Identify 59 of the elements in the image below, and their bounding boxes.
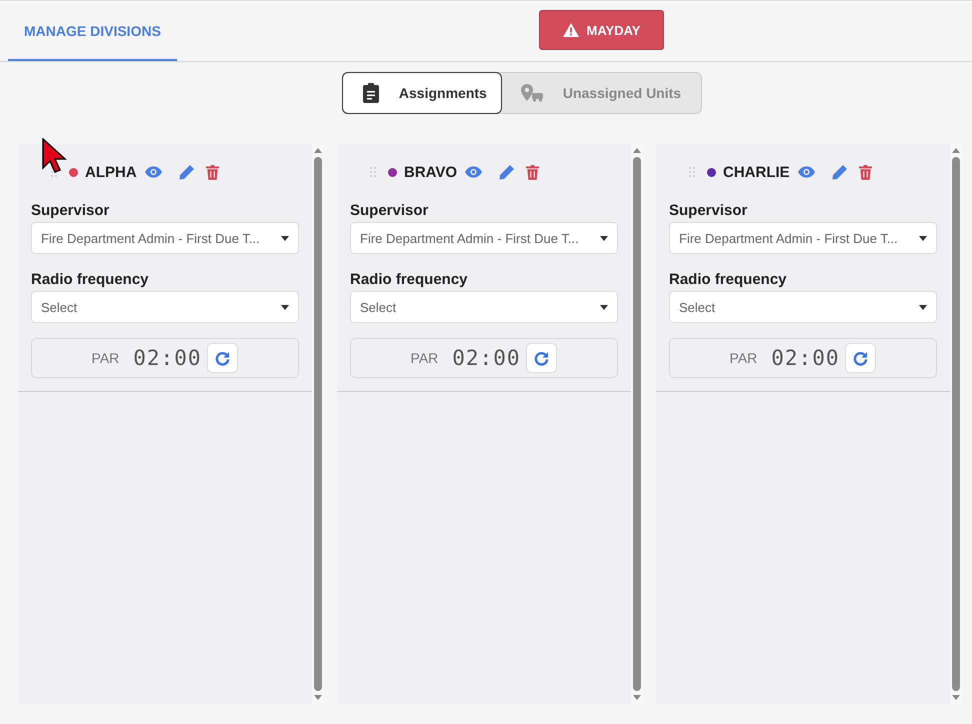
division-name: BRAVO (404, 164, 458, 180)
par-timer: 02:00 (771, 346, 840, 370)
trash-icon[interactable] (526, 164, 540, 180)
radio-frequency-dropdown[interactable]: Select (350, 291, 618, 323)
scroll-up-icon[interactable] (314, 148, 322, 153)
radio-frequency-dropdown[interactable]: Select (31, 291, 299, 323)
pin-car-icon (520, 84, 543, 102)
field-label: Radio frequency (669, 270, 788, 290)
reset-button[interactable] (207, 343, 238, 373)
view-tab[interactable]: Assignments (342, 72, 502, 114)
par-timer: 02:00 (452, 346, 520, 370)
drag-handle-icon[interactable] (689, 167, 695, 177)
tab[interactable]: MANAGE DIVISIONS (8, 3, 177, 61)
mouse-cursor-icon (42, 138, 68, 174)
eye-icon[interactable] (465, 166, 482, 178)
supervisor-dropdown[interactable]: Fire Department Admin - First Due T... (669, 222, 937, 254)
caret-icon (919, 236, 927, 240)
caret-icon (281, 304, 289, 310)
pencil-icon[interactable] (178, 164, 195, 180)
view-tab-label: Unassigned Units (562, 85, 682, 101)
trash-icon[interactable] (858, 164, 872, 180)
mayday-button[interactable]: MAYDAY (539, 10, 664, 50)
field-label: Supervisor (31, 201, 110, 221)
caret-icon (919, 304, 927, 310)
par-timer: 02:00 (133, 346, 202, 370)
eye-icon[interactable] (798, 166, 815, 178)
scroll-up-icon[interactable] (952, 148, 960, 153)
radio-frequency-dropdown[interactable]: Select (669, 291, 937, 323)
scroll-down-icon[interactable] (633, 695, 641, 700)
par-label: PAR (410, 350, 438, 366)
refresh-icon (534, 350, 550, 366)
supervisor-dropdown[interactable]: Fire Department Admin - First Due T... (350, 222, 618, 254)
scroll-down-icon[interactable] (314, 695, 322, 700)
caret-icon (281, 236, 289, 240)
trash-icon[interactable] (206, 164, 219, 180)
division-name: CHARLIE (723, 164, 790, 180)
drag-handle-icon[interactable] (370, 167, 376, 177)
scroll-up-icon[interactable] (633, 148, 641, 153)
pencil-icon[interactable] (499, 164, 516, 180)
warning-icon (562, 23, 579, 37)
reset-button[interactable] (526, 343, 558, 373)
par-label: PAR (92, 350, 120, 366)
par-label: PAR (730, 350, 758, 366)
clipboard-icon (362, 83, 379, 103)
refresh-icon (215, 350, 230, 366)
supervisor-dropdown[interactable]: Fire Department Admin - First Due T... (31, 222, 299, 254)
caret-icon (600, 304, 608, 310)
field-label: Radio frequency (350, 270, 469, 290)
eye-icon[interactable] (144, 166, 162, 178)
pencil-icon[interactable] (832, 164, 848, 180)
division-name: ALPHA (85, 164, 137, 180)
field-label: Supervisor (669, 201, 748, 221)
reset-button[interactable] (845, 343, 876, 373)
field-label: Radio frequency (31, 270, 150, 290)
refresh-icon (853, 350, 868, 366)
field-label: Supervisor (350, 201, 430, 221)
scroll-down-icon[interactable] (952, 695, 960, 700)
caret-icon (600, 236, 608, 240)
view-tab-label: Assignments (398, 85, 487, 101)
